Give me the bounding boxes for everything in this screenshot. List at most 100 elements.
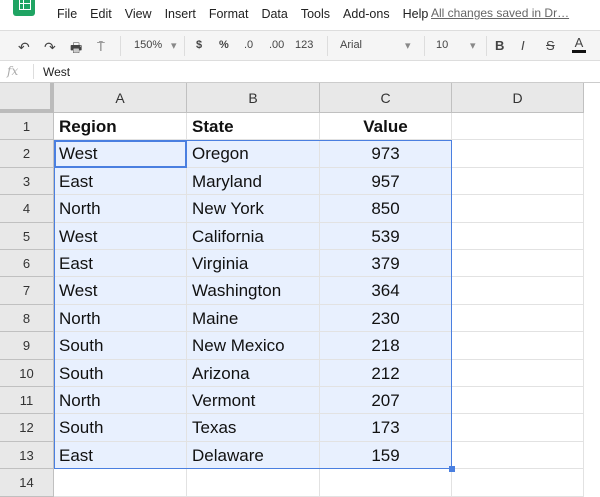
paint-format-icon[interactable]: ⍑ bbox=[97, 39, 105, 55]
cell-c3[interactable]: 957 bbox=[320, 167, 452, 196]
sheets-logo-icon[interactable] bbox=[13, 0, 35, 16]
cell-d2[interactable] bbox=[452, 140, 584, 168]
row-header[interactable]: 6 bbox=[0, 250, 54, 278]
cell-b7[interactable]: Washington bbox=[187, 277, 320, 305]
increase-decimal-button[interactable]: .00 bbox=[269, 39, 284, 51]
row-header[interactable]: 13 bbox=[0, 441, 54, 470]
cell-a3[interactable]: East bbox=[54, 167, 187, 196]
row-header[interactable]: 8 bbox=[0, 304, 54, 333]
menu-insert[interactable]: Insert bbox=[165, 7, 196, 21]
cell-b4[interactable]: New York bbox=[187, 195, 320, 223]
save-status[interactable]: All changes saved in Dr… bbox=[431, 6, 569, 20]
cell-d8[interactable] bbox=[452, 304, 584, 333]
row-header[interactable]: 1 bbox=[0, 113, 54, 141]
cell-b6[interactable]: Virginia bbox=[187, 250, 320, 278]
cell-a8[interactable]: North bbox=[54, 304, 187, 333]
row-header[interactable]: 3 bbox=[0, 167, 54, 196]
menu-tools[interactable]: Tools bbox=[301, 7, 330, 21]
cell-c2[interactable]: 973 bbox=[320, 140, 452, 168]
decrease-decimal-button[interactable]: .0 bbox=[244, 39, 253, 51]
cell-d7[interactable] bbox=[452, 277, 584, 305]
row-header[interactable]: 12 bbox=[0, 414, 54, 442]
cell-c7[interactable]: 364 bbox=[320, 277, 452, 305]
cell-a11[interactable]: North bbox=[54, 387, 187, 415]
cell-a5[interactable]: West bbox=[54, 222, 187, 250]
row-header[interactable]: 11 bbox=[0, 387, 54, 415]
font-select[interactable]: Arial bbox=[340, 39, 362, 51]
cell-d9[interactable] bbox=[452, 332, 584, 360]
menu-format[interactable]: Format bbox=[209, 7, 249, 21]
row-header[interactable]: 10 bbox=[0, 359, 54, 387]
strikethrough-button[interactable]: S bbox=[546, 38, 555, 53]
cell-a10[interactable]: South bbox=[54, 359, 187, 387]
cell-b12[interactable]: Texas bbox=[187, 414, 320, 442]
cell-b8[interactable]: Maine bbox=[187, 304, 320, 333]
formula-input[interactable]: West bbox=[43, 65, 70, 79]
menu-edit[interactable]: Edit bbox=[90, 7, 112, 21]
menu-data[interactable]: Data bbox=[261, 7, 287, 21]
menu-add-ons[interactable]: Add-ons bbox=[343, 7, 390, 21]
cell-d12[interactable] bbox=[452, 414, 584, 442]
text-color-button[interactable]: A bbox=[572, 35, 586, 53]
row-header[interactable]: 14 bbox=[0, 469, 54, 497]
row-header[interactable]: 4 bbox=[0, 195, 54, 223]
italic-button[interactable]: I bbox=[521, 38, 525, 53]
row-header[interactable]: 7 bbox=[0, 277, 54, 305]
cell-a12[interactable]: South bbox=[54, 414, 187, 442]
cell-a14[interactable] bbox=[54, 469, 187, 497]
cell-d14[interactable] bbox=[452, 469, 584, 497]
cell-d13[interactable] bbox=[452, 441, 584, 470]
cell-d1[interactable] bbox=[452, 113, 584, 141]
row-header[interactable]: 9 bbox=[0, 332, 54, 360]
bold-button[interactable]: B bbox=[495, 38, 504, 53]
cell-c4[interactable]: 850 bbox=[320, 195, 452, 223]
cell-b13[interactable]: Delaware bbox=[187, 441, 320, 470]
zoom-select[interactable]: 150% bbox=[134, 39, 162, 51]
undo-icon[interactable]: ↶ bbox=[18, 39, 30, 56]
cell-a4[interactable]: North bbox=[54, 195, 187, 223]
cell-b5[interactable]: California bbox=[187, 222, 320, 250]
cell-a9[interactable]: South bbox=[54, 332, 187, 360]
row-header[interactable]: 2 bbox=[0, 140, 54, 168]
cell-d6[interactable] bbox=[452, 250, 584, 278]
cell-a1[interactable]: Region bbox=[54, 113, 187, 141]
cell-d3[interactable] bbox=[452, 167, 584, 196]
cell-d4[interactable] bbox=[452, 195, 584, 223]
number-format-button[interactable]: 123 bbox=[295, 39, 313, 51]
column-header-a[interactable]: A bbox=[54, 83, 187, 113]
menu-view[interactable]: View bbox=[125, 7, 152, 21]
print-icon[interactable]: 🖶 bbox=[70, 39, 82, 61]
cell-d10[interactable] bbox=[452, 359, 584, 387]
cell-c11[interactable]: 207 bbox=[320, 387, 452, 415]
cell-c14[interactable] bbox=[320, 469, 452, 497]
cell-d11[interactable] bbox=[452, 387, 584, 415]
cell-c10[interactable]: 212 bbox=[320, 359, 452, 387]
cell-c12[interactable]: 173 bbox=[320, 414, 452, 442]
cell-a13[interactable]: East bbox=[54, 441, 187, 470]
menu-file[interactable]: File bbox=[57, 7, 77, 21]
row-header[interactable]: 5 bbox=[0, 222, 54, 250]
font-dropdown-icon[interactable]: ▾ bbox=[405, 39, 411, 52]
font-size-select[interactable]: 10 bbox=[436, 39, 448, 51]
size-dropdown-icon[interactable]: ▾ bbox=[470, 39, 476, 52]
cell-c1[interactable]: Value bbox=[320, 113, 452, 141]
cell-b3[interactable]: Maryland bbox=[187, 167, 320, 196]
select-all-corner[interactable] bbox=[0, 83, 54, 113]
redo-icon[interactable]: ↷ bbox=[44, 39, 56, 56]
cell-b14[interactable] bbox=[187, 469, 320, 497]
column-header-c[interactable]: C bbox=[320, 83, 452, 113]
cell-c5[interactable]: 539 bbox=[320, 222, 452, 250]
cell-a2[interactable]: West bbox=[54, 140, 187, 168]
cell-b9[interactable]: New Mexico bbox=[187, 332, 320, 360]
zoom-dropdown-icon[interactable]: ▾ bbox=[171, 39, 177, 52]
cell-b11[interactable]: Vermont bbox=[187, 387, 320, 415]
currency-button[interactable]: $ bbox=[196, 39, 202, 51]
menu-help[interactable]: Help bbox=[403, 7, 429, 21]
cell-b10[interactable]: Arizona bbox=[187, 359, 320, 387]
cell-c13[interactable]: 159 bbox=[320, 441, 452, 470]
cell-a7[interactable]: West bbox=[54, 277, 187, 305]
cell-c8[interactable]: 230 bbox=[320, 304, 452, 333]
percent-button[interactable]: % bbox=[219, 39, 229, 51]
cell-b1[interactable]: State bbox=[187, 113, 320, 141]
cell-a6[interactable]: East bbox=[54, 250, 187, 278]
